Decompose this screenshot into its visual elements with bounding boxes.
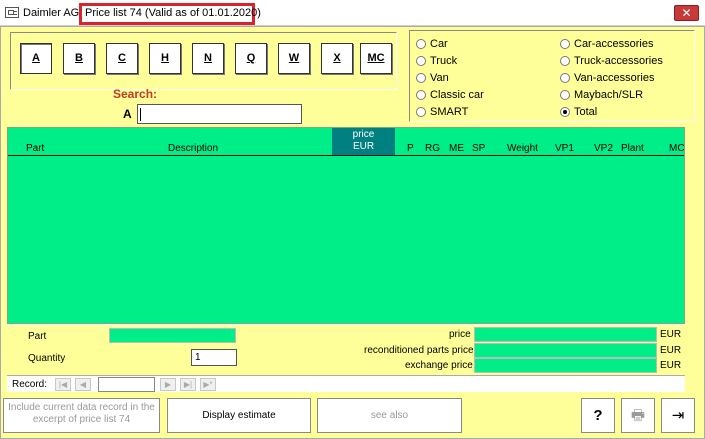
- form-window-icon: [5, 7, 19, 18]
- parts-grid[interactable]: price EUR Part Description P RG ME SP We…: [7, 127, 685, 324]
- column-header-vp2[interactable]: VP2: [594, 143, 613, 154]
- letter-button-c[interactable]: C: [106, 43, 138, 74]
- column-header-vp1[interactable]: VP1: [555, 143, 574, 154]
- price-column-header[interactable]: price EUR: [332, 128, 395, 155]
- part-field[interactable]: [109, 328, 236, 343]
- detail-section: Part Quantity 1 price EUR reconditioned …: [7, 324, 685, 374]
- radio-button[interactable]: [416, 107, 426, 117]
- letter-button-b[interactable]: B: [63, 43, 95, 74]
- help-icon: ?: [593, 407, 603, 424]
- display-estimate-button[interactable]: Display estimate: [167, 398, 311, 433]
- exchange-price-field: [474, 358, 657, 373]
- price-field: [474, 327, 657, 342]
- include-record-button[interactable]: Include current data record in the excer…: [3, 398, 160, 433]
- search-input[interactable]: [137, 104, 302, 124]
- close-button[interactable]: ✕: [674, 5, 699, 21]
- exchange-price-label: exchange price: [405, 360, 473, 371]
- print-button[interactable]: 🖶: [621, 398, 655, 433]
- radio-button[interactable]: [560, 90, 570, 100]
- radio-button[interactable]: [560, 56, 570, 66]
- price-list-form: A B C H N Q W X MC Search: A Car Truck V…: [0, 26, 705, 439]
- radio-button[interactable]: [416, 39, 426, 49]
- title-bar: Daimler AG Price list 74 (Valid as of 01…: [0, 0, 705, 26]
- previous-record-button[interactable]: ◀: [75, 378, 91, 391]
- column-header-part[interactable]: Part: [26, 143, 44, 154]
- exit-door-icon: ⇥: [671, 407, 685, 424]
- see-also-button[interactable]: see also: [317, 398, 462, 433]
- price-currency: EUR: [660, 329, 682, 340]
- record-navigation-bar: Record: |◀ ◀ ▶ ▶| ▶*: [7, 375, 685, 392]
- letter-button-n[interactable]: N: [192, 43, 224, 74]
- column-header-p[interactable]: P: [407, 143, 414, 154]
- printer-icon: 🖶: [630, 407, 646, 424]
- reconditioned-price-label: reconditioned parts price: [364, 345, 474, 356]
- part-label: Part: [28, 331, 47, 342]
- record-label: Record:: [12, 379, 48, 390]
- column-header-me[interactable]: ME: [449, 143, 464, 154]
- quantity-input[interactable]: 1: [191, 349, 237, 366]
- radio-button[interactable]: [416, 73, 426, 83]
- next-record-button[interactable]: ▶: [160, 378, 176, 391]
- reconditioned-price-field: [474, 343, 657, 358]
- text-caret: [140, 108, 141, 121]
- column-header-weight[interactable]: Weight: [507, 143, 538, 154]
- first-record-button[interactable]: |◀: [55, 378, 71, 391]
- header-divider: [8, 155, 684, 156]
- radio-button[interactable]: [560, 39, 570, 49]
- letter-filter-panel: A B C H N Q W X MC: [10, 32, 397, 90]
- window-title: Price list 74 (Valid as of 01.01.2020): [85, 7, 261, 19]
- app-name: Daimler AG: [23, 7, 80, 19]
- letter-button-h[interactable]: H: [149, 43, 181, 74]
- new-record-button[interactable]: ▶*: [200, 378, 216, 391]
- last-record-button[interactable]: ▶|: [180, 378, 196, 391]
- letter-button-a[interactable]: A: [20, 43, 52, 74]
- radio-button[interactable]: [416, 56, 426, 66]
- price-label: price: [449, 329, 471, 340]
- column-header-sp[interactable]: SP: [472, 143, 485, 154]
- quantity-label: Quantity: [28, 353, 66, 364]
- radio-button[interactable]: [560, 73, 570, 83]
- column-header-plant[interactable]: Plant: [621, 143, 644, 154]
- column-header-mc[interactable]: MC: [669, 143, 685, 154]
- exchange-price-currency: EUR: [660, 360, 682, 371]
- column-header-description[interactable]: Description: [168, 143, 218, 154]
- radio-button[interactable]: [416, 90, 426, 100]
- search-label: Search:: [113, 87, 158, 101]
- radio-button-selected[interactable]: [560, 107, 570, 117]
- letter-button-mc[interactable]: MC: [360, 43, 392, 74]
- letter-button-x[interactable]: X: [321, 43, 353, 74]
- letter-button-q[interactable]: Q: [235, 43, 267, 74]
- help-button[interactable]: ?: [581, 398, 615, 433]
- search-prefix: A: [123, 107, 132, 121]
- exit-button[interactable]: ⇥: [661, 398, 695, 433]
- record-number-input[interactable]: [98, 377, 155, 392]
- category-radio-group: Car Truck Van Classic car SMART Car-acce…: [409, 30, 695, 122]
- reconditioned-price-currency: EUR: [660, 345, 682, 356]
- column-header-rg[interactable]: RG: [425, 143, 440, 154]
- letter-button-w[interactable]: W: [278, 43, 310, 74]
